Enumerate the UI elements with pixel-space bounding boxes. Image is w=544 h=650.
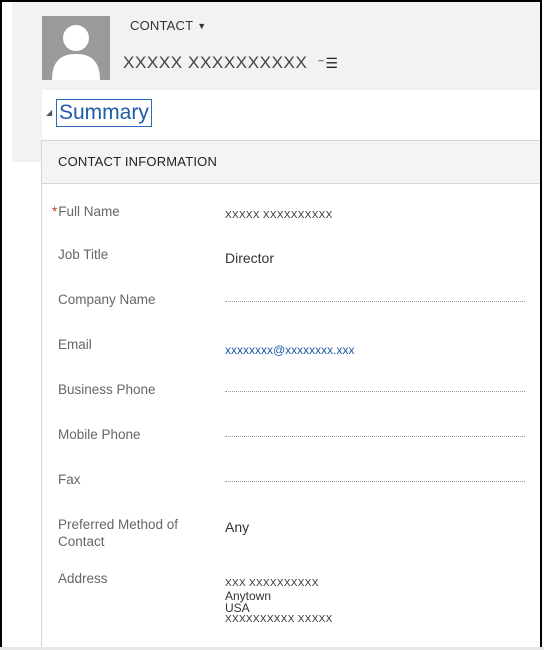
full-name-value[interactable]: XXXXX XXXXXXXXXX (225, 210, 525, 221)
address-value[interactable]: XXX XXXXXXXXXX Anytown USA XXXXXXXXXX XX… (225, 578, 525, 626)
business-phone-field[interactable] (225, 391, 525, 392)
preferred-contact-value[interactable]: Any (225, 519, 525, 535)
panel-title: CONTACT INFORMATION (42, 141, 540, 184)
entity-type-label: CONTACT (130, 18, 194, 33)
record-name: XXXXX XXXXXXXXXX (123, 53, 308, 72)
contact-form-window: CONTACT ▼ XXXXX XXXXXXXXXX ⁻☰ ◢ Summary … (0, 0, 542, 650)
mobile-phone-label: Mobile Phone (58, 427, 141, 442)
field-label-full-name: *Full Name (52, 203, 208, 220)
mobile-phone-field[interactable] (225, 436, 525, 437)
address-city: Anytown (225, 589, 272, 603)
address-country: USA (225, 601, 250, 615)
fax-field[interactable] (225, 481, 525, 482)
email-link[interactable]: xxxxxxxx@xxxxxxxx.xxx (225, 343, 525, 357)
job-title-value[interactable]: Director (225, 250, 525, 266)
entity-type-selector[interactable]: CONTACT ▼ (130, 18, 206, 33)
record-name-row: XXXXX XXXXXXXXXX ⁻☰ (123, 53, 339, 73)
nav-strip (12, 90, 42, 162)
fax-label: Fax (58, 472, 81, 487)
section-title-summary[interactable]: Summary (56, 99, 152, 127)
address-label: Address (58, 571, 108, 586)
job-title-label: Job Title (58, 247, 109, 262)
company-name-field[interactable] (225, 301, 525, 302)
list-menu-icon[interactable]: ⁻☰ (317, 55, 338, 72)
company-name-label: Company Name (58, 292, 156, 307)
person-silhouette-icon (52, 25, 100, 80)
contact-information-panel: CONTACT INFORMATION *Full Name XXXXX XXX… (41, 140, 540, 650)
full-name-label: Full Name (58, 204, 120, 219)
triangle-collapse-icon[interactable]: ◢ (46, 108, 52, 117)
preferred-contact-label: Preferred Method of Contact (58, 517, 179, 549)
caret-down-icon: ▼ (197, 20, 207, 31)
business-phone-label: Business Phone (58, 382, 156, 397)
required-marker: * (52, 204, 58, 219)
address-line-4: XXXXXXXXXX XXXXX (225, 614, 333, 625)
email-label: Email (58, 337, 92, 352)
avatar[interactable] (42, 16, 110, 80)
record-header: CONTACT ▼ XXXXX XXXXXXXXXX ⁻☰ (12, 2, 540, 90)
